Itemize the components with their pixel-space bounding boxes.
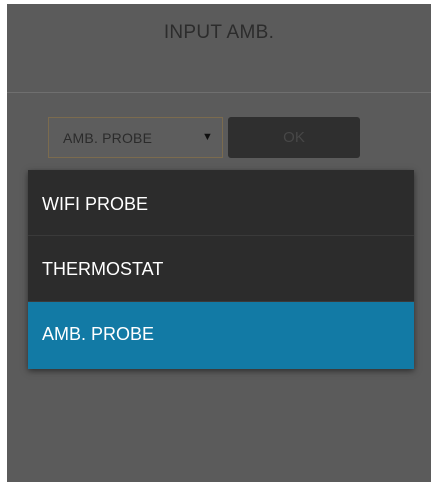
select-current-value: AMB. PROBE: [63, 130, 153, 146]
dialog-title: INPUT AMB.: [163, 22, 275, 43]
ok-button[interactable]: OK: [228, 117, 360, 158]
menu-option-amb-probe[interactable]: AMB. PROBE: [28, 302, 414, 369]
input-source-select[interactable]: AMB. PROBE ▼: [48, 117, 223, 158]
title-divider: [7, 92, 431, 93]
menu-option-wifi-probe[interactable]: WIFI PROBE: [28, 170, 414, 236]
dropdown-menu: WIFI PROBE THERMOSTAT AMB. PROBE: [28, 170, 414, 369]
input-amb-dialog: INPUT AMB. AMB. PROBE ▼ OK WIFI PROBE TH…: [7, 4, 431, 482]
dropdown-arrow-icon: ▼: [202, 131, 213, 143]
screen: INPUT AMB. AMB. PROBE ▼ OK WIFI PROBE TH…: [0, 0, 445, 490]
menu-option-thermostat[interactable]: THERMOSTAT: [28, 236, 414, 302]
